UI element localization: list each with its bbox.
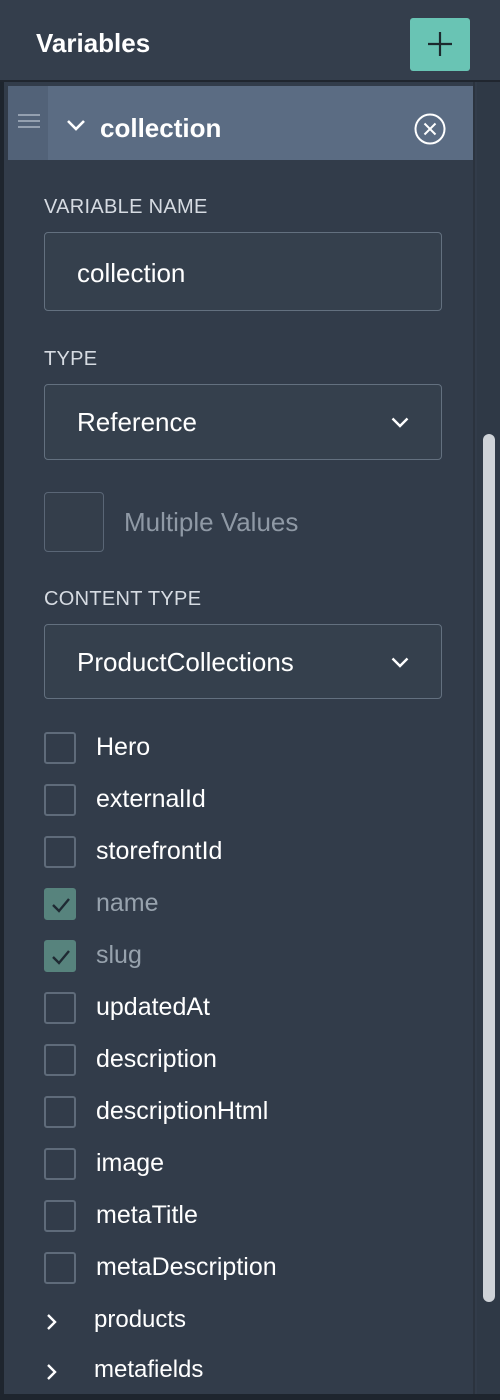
variables-panel: Variables collection VARIABLE NAME colle…	[0, 0, 500, 1400]
scrollbar-thumb[interactable]	[483, 434, 495, 1302]
field-label: image	[96, 1149, 165, 1177]
field-label: description	[96, 1045, 217, 1073]
field-checkbox-checked[interactable]	[44, 888, 76, 920]
field-item-slug[interactable]: slug	[44, 940, 464, 974]
add-variable-button[interactable]	[410, 18, 470, 71]
type-select[interactable]: Reference	[44, 384, 442, 460]
relation-item-metafields[interactable]: metafields	[44, 1354, 464, 1388]
field-item-name[interactable]: name	[44, 888, 464, 922]
field-checkbox[interactable]	[44, 992, 76, 1024]
content-type-select[interactable]: ProductCollections	[44, 624, 442, 699]
field-checkbox-checked[interactable]	[44, 940, 76, 972]
field-label: updatedAt	[96, 993, 210, 1021]
relation-item-products[interactable]: products	[44, 1304, 464, 1338]
field-item-metatitle[interactable]: metaTitle	[44, 1200, 464, 1234]
field-item-storefrontid[interactable]: storefrontId	[44, 836, 464, 870]
field-checkbox[interactable]	[44, 1252, 76, 1284]
variable-name-label: VARIABLE NAME	[44, 196, 208, 218]
field-item-image[interactable]: image	[44, 1148, 464, 1182]
field-label: storefrontId	[96, 837, 223, 865]
field-item-externalid[interactable]: externalId	[44, 784, 464, 818]
type-value: Reference	[77, 407, 197, 437]
field-label: name	[96, 889, 159, 917]
remove-variable-icon[interactable]	[413, 112, 447, 151]
content-type-label: CONTENT TYPE	[44, 588, 202, 610]
variable-name-title: collection	[100, 113, 222, 143]
panel-left-border	[0, 82, 4, 1400]
content-type-value: ProductCollections	[77, 647, 294, 677]
drag-handle[interactable]	[8, 86, 48, 160]
field-label: externalId	[96, 785, 206, 813]
chevron-down-icon	[391, 415, 409, 433]
field-label: slug	[96, 941, 142, 969]
field-label: metaDescription	[96, 1253, 277, 1281]
field-item-updatedat[interactable]: updatedAt	[44, 992, 464, 1026]
field-checkbox[interactable]	[44, 1200, 76, 1232]
panel-header: Variables	[0, 0, 500, 82]
panel-divider	[473, 82, 475, 1400]
field-label: descriptionHtml	[96, 1097, 269, 1125]
variable-row[interactable]: collection	[8, 86, 473, 160]
field-item-hero[interactable]: Hero	[44, 732, 464, 766]
field-item-descriptionhtml[interactable]: descriptionHtml	[44, 1096, 464, 1130]
chevron-down-icon	[391, 655, 409, 673]
relation-label: products	[94, 1306, 187, 1333]
field-checkbox[interactable]	[44, 732, 76, 764]
field-label: metaTitle	[96, 1201, 198, 1229]
relation-label: metafields	[94, 1356, 204, 1383]
type-label: TYPE	[44, 348, 98, 370]
field-checkbox[interactable]	[44, 1148, 76, 1180]
field-checkbox[interactable]	[44, 836, 76, 868]
multiple-values-label: Multiple Values	[124, 507, 299, 537]
variable-name-value: collection	[77, 258, 186, 288]
multiple-values-checkbox[interactable]	[44, 492, 104, 552]
field-label: Hero	[96, 733, 151, 761]
field-checkbox[interactable]	[44, 1044, 76, 1076]
chevron-down-icon[interactable]	[66, 118, 86, 136]
field-checkbox[interactable]	[44, 784, 76, 816]
panel-title: Variables	[36, 28, 151, 58]
variable-name-input[interactable]: collection	[44, 232, 442, 311]
field-checkbox[interactable]	[44, 1096, 76, 1128]
field-item-metadescription[interactable]: metaDescription	[44, 1252, 464, 1286]
field-item-description[interactable]: description	[44, 1044, 464, 1078]
panel-bottom-border	[0, 1394, 500, 1400]
